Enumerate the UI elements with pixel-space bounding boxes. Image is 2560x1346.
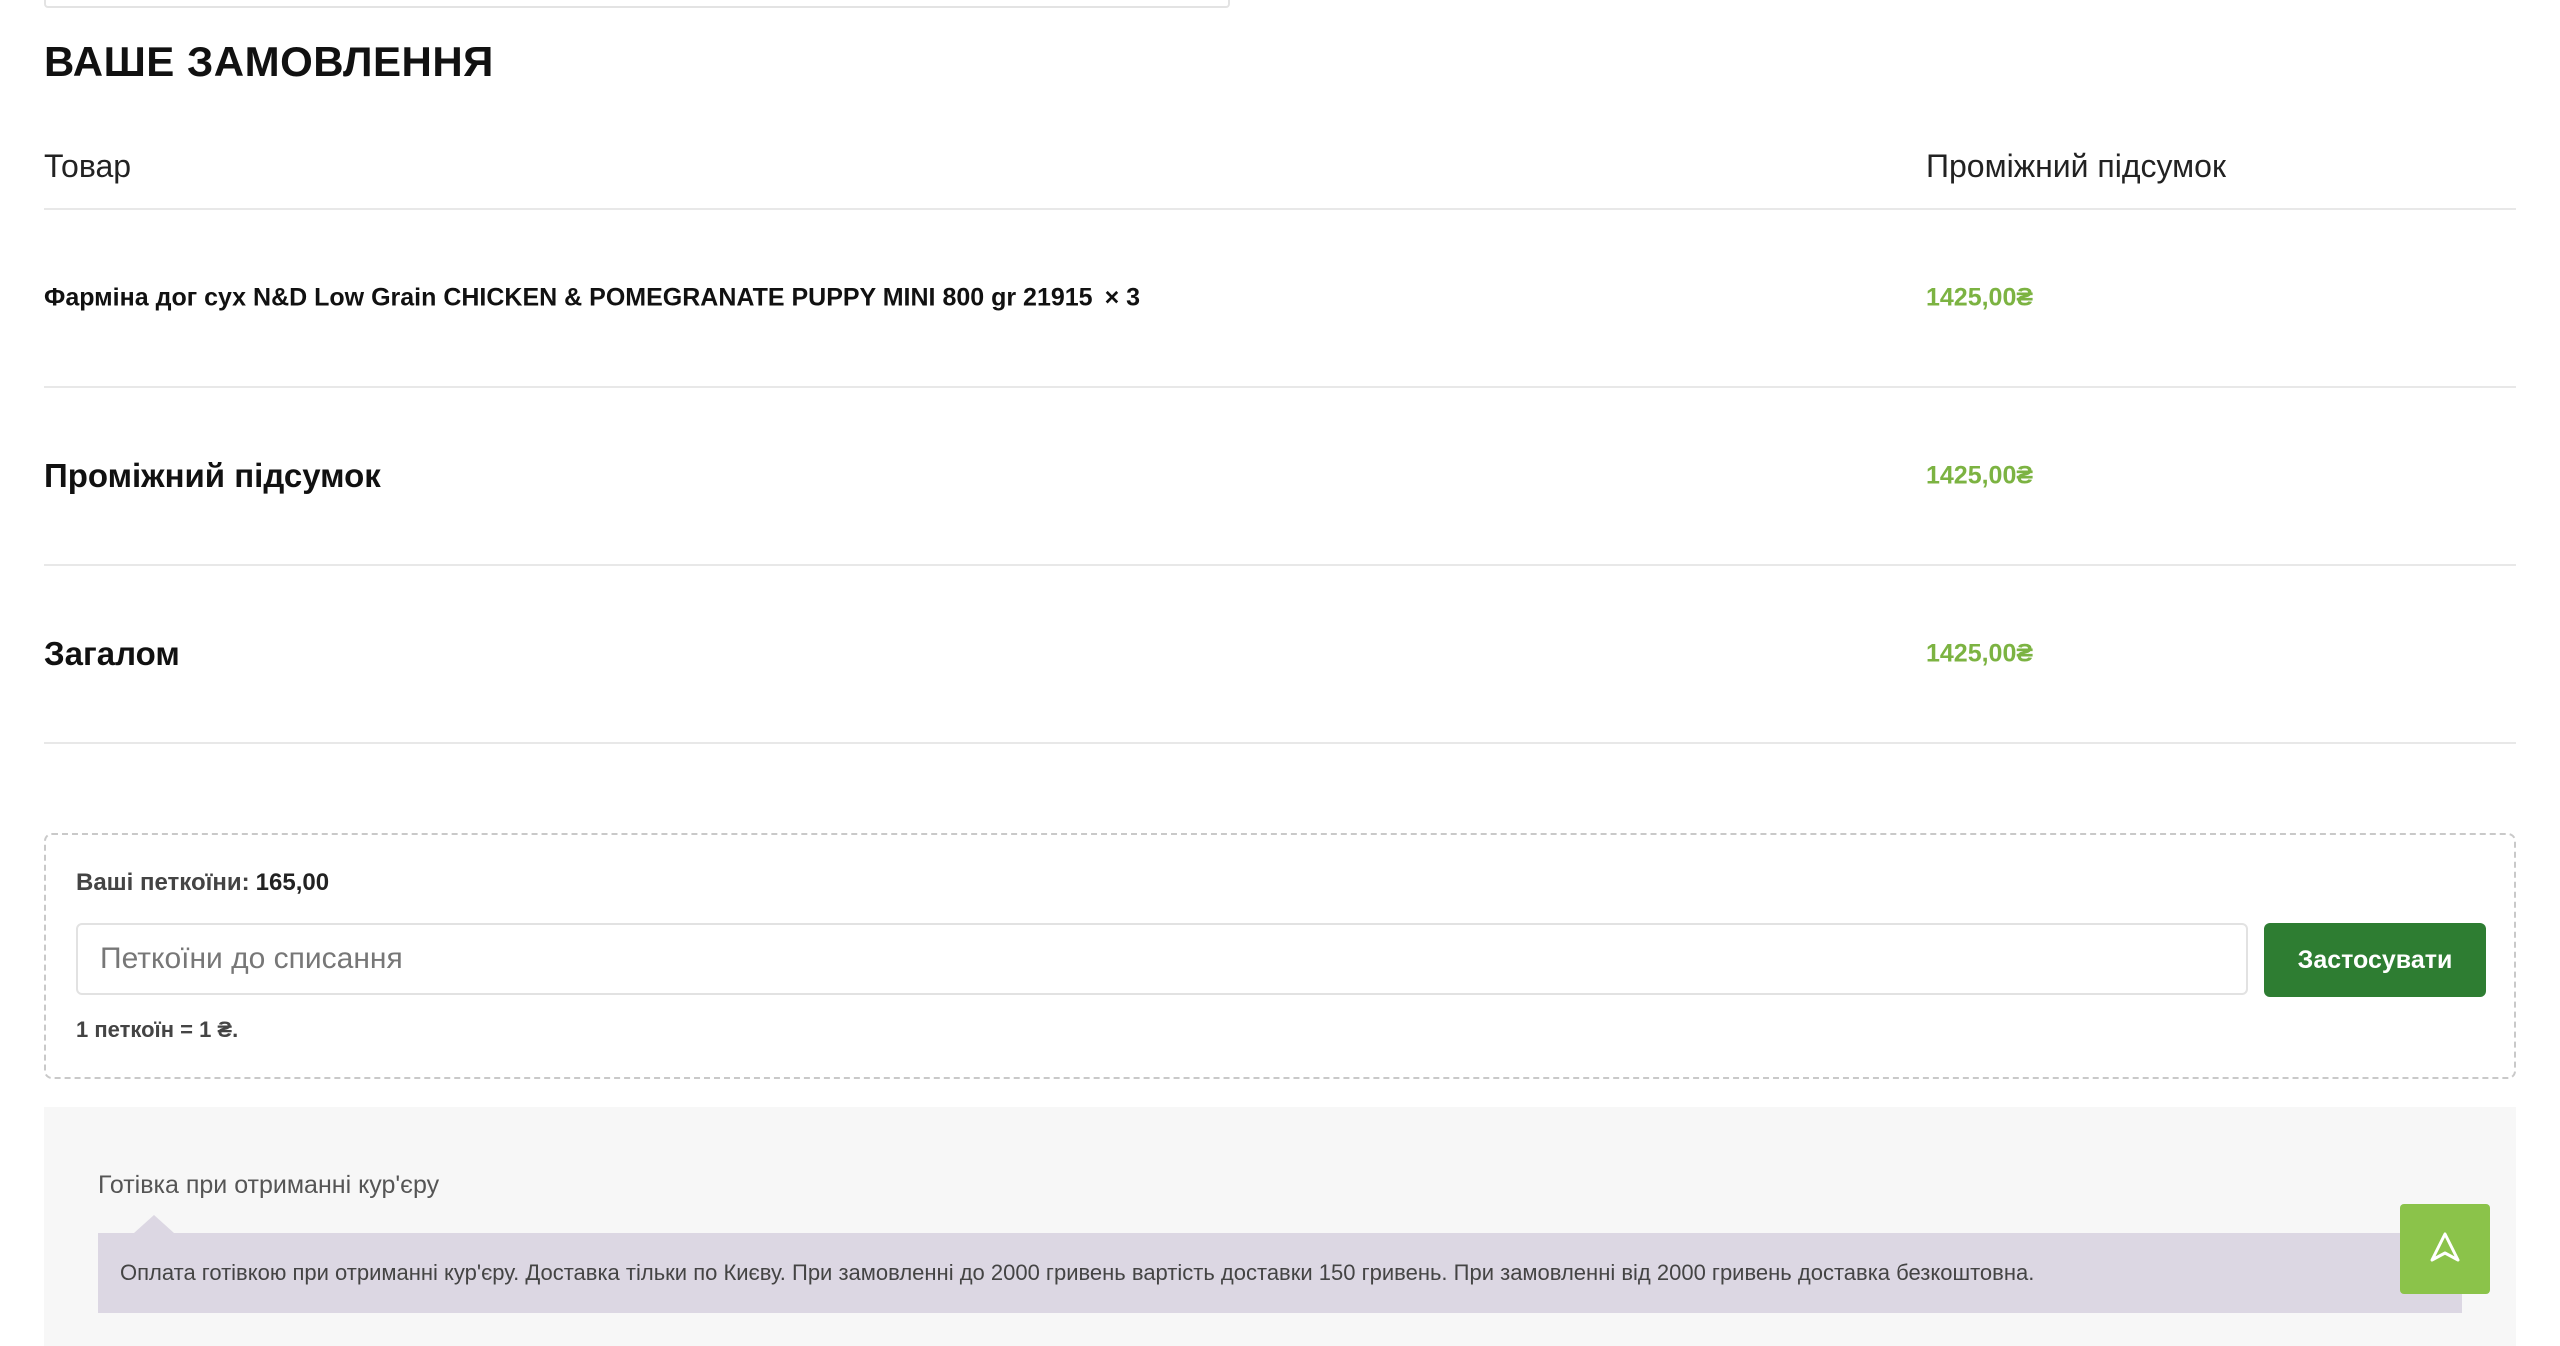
column-header-subtotal: Проміжний підсумок [1926,148,2226,184]
arrow-up-icon [2427,1229,2463,1270]
product-subtotal: 1425,00₴ [1926,283,2034,312]
order-review-table: Товар Проміжний підсумок Фарміна дог сух… [44,110,2516,744]
petcoins-balance: Ваші петкоїни: 165,00 [76,869,329,897]
cart-subtotal-row: Проміжний підсумок 1425,00₴ [44,388,2516,566]
checkout-page: ВАШЕ ЗАМОВЛЕННЯ Товар Проміжний підсумок… [0,0,2560,1346]
order-item-row: Фарміна дог сух N&D Low Grain CHICKEN & … [44,210,2516,388]
petcoins-input[interactable] [76,923,2248,995]
apply-petcoins-button[interactable]: Застосувати [2264,923,2486,997]
order-title: ВАШЕ ЗАМОВЛЕННЯ [44,38,494,85]
product-quantity: × 3 [1104,283,1141,312]
order-table-header: Товар Проміжний підсумок [44,110,2516,210]
petcoins-balance-value: 165,00 [255,869,330,896]
petcoins-rate: 1 петкоїн = 1 ₴. [76,1017,239,1042]
payment-method-cash-courier[interactable]: Готівка при отриманні кур'єру [98,1171,439,1200]
payment-method-description: Оплата готівкою при отриманні кур'єру. Д… [98,1233,2462,1313]
petcoins-box: Ваші петкоїни:165,00 Застосувати 1 петко… [44,833,2516,1079]
petcoins-balance-label: Ваші петкоїни: [76,869,250,896]
cart-subtotal-value: 1425,00₴ [1926,461,2034,490]
order-total-value: 1425,00₴ [1926,639,2034,668]
payment-note-pointer [134,1215,174,1233]
scroll-to-top-button[interactable] [2400,1204,2490,1294]
order-item-product: Фарміна дог сух N&D Low Grain CHICKEN & … [44,284,1140,313]
product-name: Фарміна дог сух N&D Low Grain CHICKEN & … [44,283,1093,312]
cart-subtotal-label: Проміжний підсумок [44,457,381,494]
order-total-label: Загалом [44,635,180,672]
column-header-product: Товар [44,148,132,184]
previous-field-edge [44,0,1230,8]
order-total-row: Загалом 1425,00₴ [44,566,2516,744]
payment-methods: Готівка при отриманні кур'єру Оплата гот… [44,1107,2516,1346]
